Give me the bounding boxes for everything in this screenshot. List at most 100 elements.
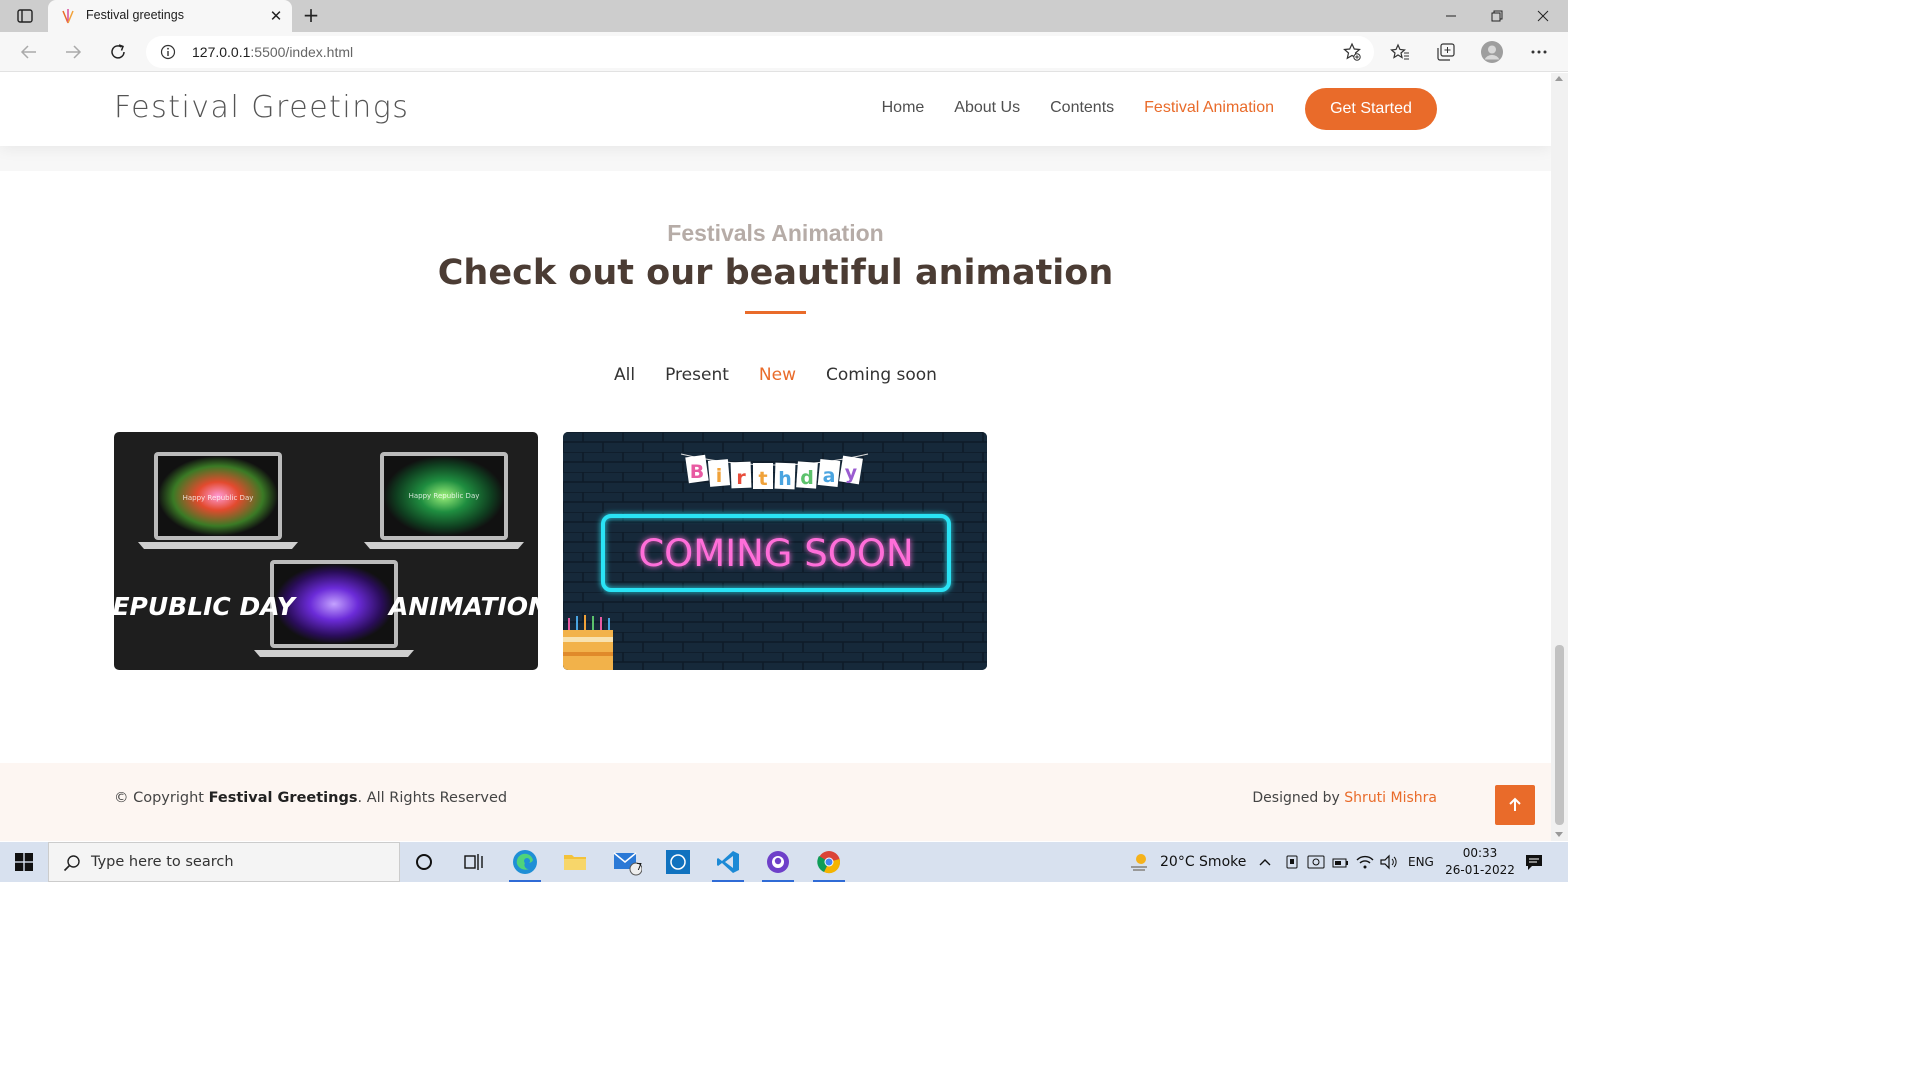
filter-coming-soon[interactable]: Coming soon [826,365,937,385]
card1-left-text: REPUBLIC DAY [114,592,298,621]
tab-close-icon[interactable]: ✕ [266,6,286,26]
copyright-text: © Copyright Festival Greetings. All Righ… [114,790,507,806]
browser-tab[interactable]: Festival greetings ✕ [48,0,292,32]
github-taskbar-app[interactable] [754,842,802,882]
nav-about-us[interactable]: About Us [954,99,1020,117]
minimize-button[interactable] [1428,0,1474,32]
chrome-taskbar-app[interactable] [805,842,853,882]
new-tab-button[interactable]: + [300,5,322,27]
collections-button[interactable] [1434,41,1458,63]
refresh-button[interactable] [105,40,131,64]
windows-logo-icon [15,853,33,871]
task-view-button[interactable] [450,842,498,882]
section-title: Check out our beautiful animation [437,253,1114,293]
portfolio-filters: All Present New Coming soon [0,365,1551,385]
copyright-suffix: . All Rights Reserved [357,790,508,806]
settings-more-button[interactable] [1527,41,1551,63]
profile-button[interactable] [1480,41,1504,63]
credits-label: Designed by [1252,790,1345,806]
tab-actions-button[interactable] [12,6,38,26]
birthday-coming-soon-card[interactable]: B i r t h d a y COMING SOON [563,432,987,670]
banner-letter-4: t [758,468,767,490]
copyright-brand: Festival Greetings [208,790,358,806]
url-text: 127.0.0.1:5500/index.html [192,44,353,60]
weather-icon[interactable] [1128,852,1150,872]
edge-browser-icon [513,850,537,874]
taskbar-clock[interactable]: 00:33 26-01-2022 [1440,845,1520,879]
security-icon[interactable] [1307,854,1325,874]
taskbar-search-box[interactable]: Type here to search [48,842,400,882]
filter-new[interactable]: New [759,365,796,385]
nav-festival-animation[interactable]: Festival Animation [1144,99,1274,117]
forward-arrow-icon [66,45,82,59]
screen-text-1: Happy Republic Day [183,494,254,502]
screen-text-2: Happy Republic Day [409,492,480,500]
avatar-icon [1481,41,1503,63]
get-started-button[interactable]: Get Started [1305,88,1437,130]
refresh-icon [111,44,125,59]
back-button[interactable] [16,40,42,64]
vscode-taskbar-app[interactable] [704,842,752,882]
volume-icon[interactable] [1380,854,1398,874]
republic-day-animation-card[interactable]: Happy Republic Day Happy Republic Day RE… [114,432,538,670]
vscode-icon [717,851,739,873]
scroll-up-arrow-icon[interactable] [1555,76,1563,81]
banner-letter-3: r [736,467,746,489]
back-to-top-button[interactable] [1495,785,1535,825]
device-icon[interactable] [1284,854,1300,874]
start-button[interactable] [0,842,48,882]
dell-taskbar-app[interactable] [654,842,702,882]
search-placeholder: Type here to search [91,854,234,870]
birthday-thumbnail: B i r t h d a y COMING SOON [563,432,987,670]
forward-button[interactable] [60,40,86,64]
folder-icon [564,855,586,870]
browser-tab-bar: Festival greetings ✕ + [0,0,1568,32]
scrollbar-thumb[interactable] [1555,645,1564,825]
github-icon [767,851,789,873]
banner-letter-2: i [716,465,723,487]
filter-all[interactable]: All [614,365,635,385]
nav-contents[interactable]: Contents [1050,99,1114,117]
restore-icon [1491,10,1503,22]
clock-date: 26-01-2022 [1445,863,1515,877]
restore-button[interactable] [1474,0,1520,32]
festival-favicon-icon [62,9,74,24]
notifications-icon[interactable] [1524,852,1544,876]
url-field[interactable]: 127.0.0.1:5500/index.html [146,36,1374,68]
windows-taskbar: Type here to search 7 20°C Smoke ENG 00:… [0,842,1568,882]
mail-taskbar-app[interactable]: 7 [603,842,651,882]
nav-home[interactable]: Home [882,99,925,117]
chrome-icon [817,851,840,874]
add-favorite-icon[interactable] [1342,42,1362,62]
collections-icon [1437,43,1455,61]
banner-letter-1: B [690,461,704,483]
language-indicator[interactable]: ENG [1408,855,1434,869]
main-nav: Home About Us Contents Festival Animatio… [882,99,1274,117]
section-divider [0,146,1551,171]
filter-present[interactable]: Present [665,365,729,385]
designer-link[interactable]: Shruti Mishra [1344,790,1437,806]
close-window-button[interactable] [1520,0,1566,32]
weather-text[interactable]: 20°C Smoke [1160,854,1246,870]
wifi-icon[interactable] [1356,854,1374,874]
page-scrollbar[interactable] [1551,73,1568,841]
cortana-icon [416,854,432,870]
banner-letter-8: y [845,462,858,484]
card1-right-text: ANIMATION [387,592,538,621]
site-logo[interactable]: Festival Greetings [114,90,409,125]
tab-actions-icon [17,9,33,23]
scroll-down-arrow-icon[interactable] [1555,832,1563,837]
edge-taskbar-app[interactable] [501,842,549,882]
mail-badge: 7 [636,862,643,873]
cortana-button[interactable] [400,842,448,882]
site-header: Festival Greetings Home About Us Content… [0,73,1551,146]
file-explorer-taskbar-app[interactable] [551,842,599,882]
favorites-icon [1390,43,1409,60]
neon-text: COMING SOON [638,532,913,575]
republic-day-thumbnail: Happy Republic Day Happy Republic Day RE… [114,452,538,657]
show-hidden-icons-icon[interactable] [1258,854,1272,873]
tab-title: Festival greetings [86,8,184,22]
battery-icon[interactable] [1332,855,1350,874]
info-icon[interactable] [160,44,176,60]
favorites-button[interactable] [1388,41,1412,63]
